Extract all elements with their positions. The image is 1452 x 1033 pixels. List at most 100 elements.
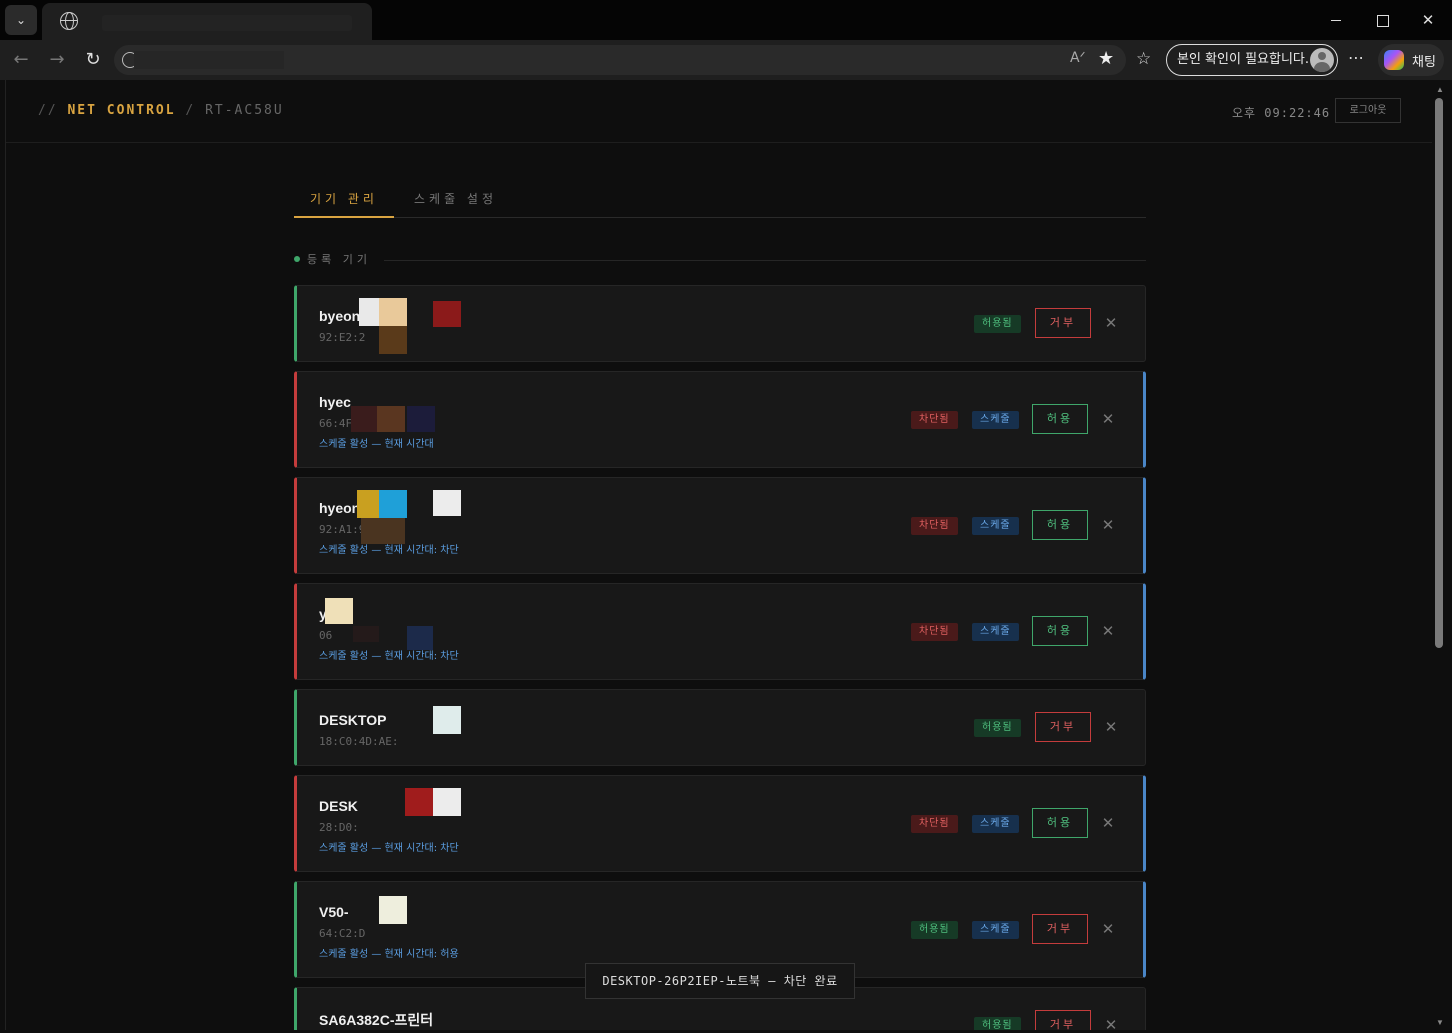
redaction-block bbox=[407, 626, 433, 650]
schedule-badge: 스케줄 bbox=[972, 921, 1019, 939]
browser-toolbar: ← → ↻ Aᐟ ★ ☆ 본인 확인이 필요합니다. ⋯ 채팅 bbox=[0, 40, 1452, 80]
more-icon[interactable]: ⋯ bbox=[1348, 48, 1364, 67]
device-name: hyec bbox=[319, 394, 351, 410]
redaction-block bbox=[433, 490, 461, 516]
delete-icon[interactable]: ✕ bbox=[1100, 623, 1116, 639]
url-redacted bbox=[134, 51, 284, 69]
breadcrumb: // NET CONTROL / RT-AC58U bbox=[38, 103, 284, 118]
device-mac: 92:A1:9 bbox=[319, 523, 366, 536]
delete-icon[interactable]: ✕ bbox=[1100, 517, 1116, 533]
redaction-block bbox=[433, 301, 461, 327]
redaction-block bbox=[377, 406, 405, 432]
schedule-badge: 스케줄 bbox=[972, 411, 1019, 429]
device-card: DESK 28:D0: 스케줄 활성 — 현재 시간대: 차단 차단됨 스케줄 … bbox=[294, 775, 1146, 872]
status-badge: 차단됨 bbox=[911, 411, 958, 429]
schedule-badge: 스케줄 bbox=[972, 517, 1019, 535]
redaction-block bbox=[405, 788, 433, 816]
logout-button[interactable]: 로그아웃 bbox=[1335, 98, 1401, 123]
clock: 오후 09:22:46 bbox=[1232, 106, 1331, 120]
scroll-down-icon[interactable]: ▼ bbox=[1436, 1018, 1444, 1027]
scroll-thumb[interactable] bbox=[1435, 98, 1443, 648]
globe-icon bbox=[60, 12, 78, 30]
device-card: hyec 66:4F 스케줄 활성 — 현재 시간대 차단됨 스케줄 허용 ✕ bbox=[294, 371, 1146, 468]
allow-button[interactable]: 허용 bbox=[1032, 616, 1088, 646]
schedule-badge: 스케줄 bbox=[972, 815, 1019, 833]
delete-icon[interactable]: ✕ bbox=[1103, 719, 1119, 735]
schedule-note: 스케줄 활성 — 현재 시간대: 차단 bbox=[319, 843, 459, 854]
redaction-block bbox=[325, 598, 353, 624]
tab-schedule[interactable]: 스케줄 설정 bbox=[414, 190, 497, 207]
minimize-button[interactable] bbox=[1326, 10, 1346, 30]
schedule-note: 스케줄 활성 — 현재 시간대 bbox=[319, 439, 434, 450]
redaction-block bbox=[407, 406, 435, 432]
status-dot bbox=[294, 256, 300, 262]
section-header: 등록 기기 bbox=[294, 250, 1146, 266]
avatar bbox=[1310, 48, 1334, 72]
tab-devices[interactable]: 기기 관리 bbox=[294, 190, 394, 218]
device-card: byeon 92:E2:2 허용됨 거부 ✕ bbox=[294, 285, 1146, 362]
star-icon[interactable]: ★ bbox=[1098, 48, 1114, 69]
scroll-up-icon[interactable]: ▲ bbox=[1436, 85, 1444, 94]
deny-button[interactable]: 거부 bbox=[1035, 1010, 1091, 1030]
redaction-block bbox=[351, 406, 377, 432]
device-name: hyeon bbox=[319, 500, 361, 516]
device-mac: 06 bbox=[319, 629, 333, 642]
device-name: byeon bbox=[319, 308, 361, 324]
device-name: DESKTOP bbox=[319, 712, 387, 728]
delete-icon[interactable]: ✕ bbox=[1100, 411, 1116, 427]
forward-icon[interactable]: → bbox=[46, 49, 68, 71]
breadcrumb-separator: / bbox=[185, 103, 196, 118]
copilot-icon bbox=[1384, 50, 1404, 70]
reload-icon[interactable]: ↻ bbox=[82, 49, 104, 71]
favorites-icon[interactable]: ☆ bbox=[1136, 49, 1151, 69]
back-icon[interactable]: ← bbox=[10, 49, 32, 71]
page: // NET CONTROL / RT-AC58U 오후 09:22:46 로그… bbox=[5, 80, 1432, 1030]
redaction-block bbox=[433, 788, 461, 816]
divider bbox=[384, 260, 1146, 261]
close-window-button[interactable]: ✕ bbox=[1418, 10, 1438, 30]
browser-tab[interactable] bbox=[42, 3, 372, 40]
device-card: DESKTOP 18:C0:4D:AE: 허용됨 거부 ✕ bbox=[294, 689, 1146, 766]
copilot-label: 채팅 bbox=[1412, 55, 1436, 70]
status-badge: 허용됨 bbox=[974, 719, 1021, 737]
status-badge: 차단됨 bbox=[911, 517, 958, 535]
allow-button[interactable]: 허용 bbox=[1032, 808, 1088, 838]
delete-icon[interactable]: ✕ bbox=[1103, 1017, 1119, 1030]
delete-icon[interactable]: ✕ bbox=[1100, 815, 1116, 831]
redaction-block bbox=[361, 518, 405, 544]
status-badge: 차단됨 bbox=[911, 815, 958, 833]
page-scrollbar[interactable]: ▲ ▼ bbox=[1432, 80, 1452, 1033]
profile-button[interactable]: 본인 확인이 필요합니다. bbox=[1166, 44, 1338, 76]
breadcrumb-prefix: // bbox=[38, 103, 58, 118]
redaction-block bbox=[433, 706, 461, 734]
schedule-note: 스케줄 활성 — 현재 시간대: 허용 bbox=[319, 949, 459, 960]
redaction-block bbox=[379, 298, 407, 326]
schedule-note: 스케줄 활성 — 현재 시간대: 차단 bbox=[319, 651, 459, 662]
redaction-block bbox=[379, 326, 407, 354]
toast-notification: DESKTOP-26P2IEP-노트북 — 차단 완료 bbox=[585, 963, 855, 999]
main-tabs: 기기 관리 스케줄 설정 bbox=[294, 182, 1146, 218]
allow-button[interactable]: 허용 bbox=[1032, 510, 1088, 540]
redaction-block bbox=[379, 896, 407, 924]
status-badge: 허용됨 bbox=[974, 1017, 1021, 1030]
deny-button[interactable]: 거부 bbox=[1035, 712, 1091, 742]
device-name: V50- bbox=[319, 904, 349, 920]
delete-icon[interactable]: ✕ bbox=[1100, 921, 1116, 937]
device-card: y 06 스케줄 활성 — 현재 시간대: 차단 차단됨 스케줄 허용 ✕ bbox=[294, 583, 1146, 680]
device-mac: 66:4F bbox=[319, 417, 353, 430]
maximize-button[interactable] bbox=[1372, 10, 1392, 30]
status-badge: 차단됨 bbox=[911, 623, 958, 641]
allow-button[interactable]: 허용 bbox=[1032, 404, 1088, 434]
read-aloud-icon[interactable]: Aᐟ bbox=[1070, 50, 1086, 66]
profile-label: 본인 확인이 필요합니다. bbox=[1177, 52, 1309, 67]
deny-button[interactable]: 거부 bbox=[1035, 308, 1091, 338]
delete-icon[interactable]: ✕ bbox=[1103, 315, 1119, 331]
address-bar[interactable]: Aᐟ ★ bbox=[114, 45, 1126, 75]
tab-title-redacted bbox=[102, 15, 352, 31]
copilot-button[interactable]: 채팅 bbox=[1378, 44, 1444, 76]
deny-button[interactable]: 거부 bbox=[1032, 914, 1088, 944]
device-card: hyeon 92:A1:9 스케줄 활성 — 현재 시간대: 차단 차단됨 스케… bbox=[294, 477, 1146, 574]
redaction-block bbox=[353, 626, 379, 642]
device-name: DESK bbox=[319, 798, 358, 814]
tab-actions-menu[interactable]: ⌄ bbox=[5, 5, 37, 35]
